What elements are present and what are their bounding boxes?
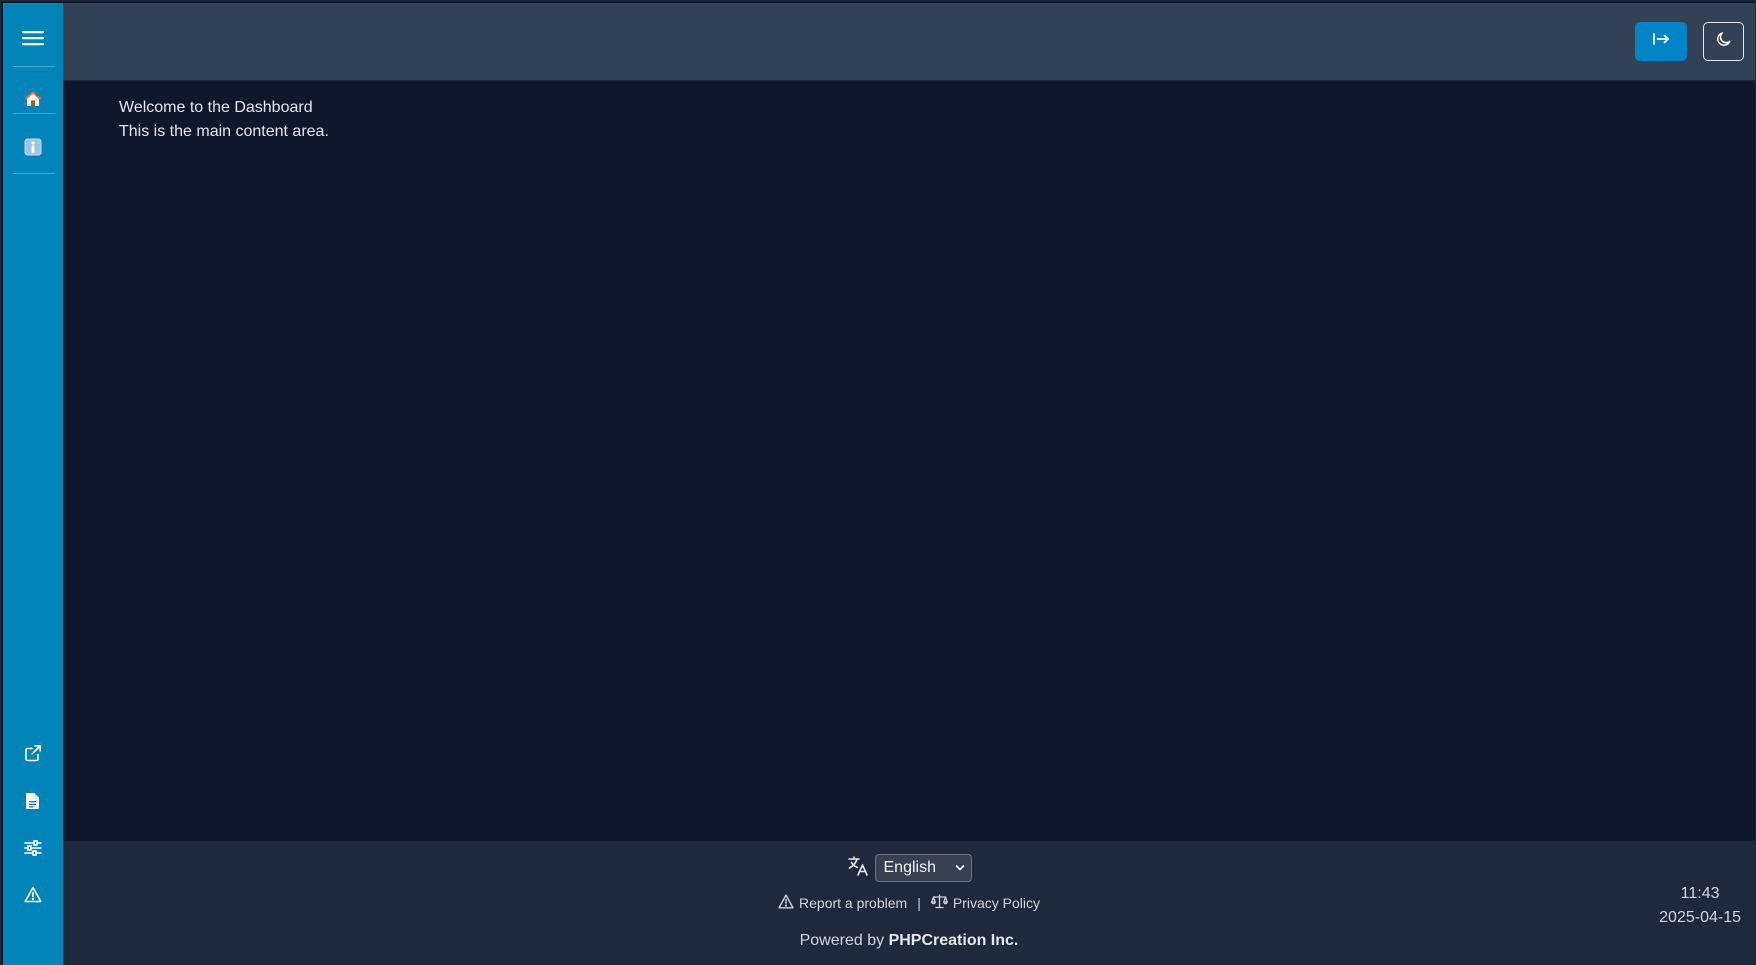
link-separator: | bbox=[917, 895, 921, 911]
translate-icon bbox=[847, 855, 869, 882]
sliders-icon bbox=[24, 839, 42, 861]
warning-icon bbox=[24, 886, 42, 908]
clock: 11:43 2025-04-15 bbox=[1659, 882, 1741, 930]
report-problem-label: Report a problem bbox=[799, 895, 908, 911]
footer-links: Report a problem | Privacy Policy bbox=[63, 894, 1755, 912]
document-icon bbox=[25, 792, 41, 815]
theme-toggle-button[interactable] bbox=[1703, 22, 1744, 61]
login-button[interactable] bbox=[1635, 22, 1687, 61]
language-select[interactable]: English bbox=[874, 854, 972, 882]
footer: English Report a problem | Privacy Polic… bbox=[63, 841, 1755, 965]
powered-by-company: PHPCreation Inc. bbox=[888, 932, 1019, 949]
sidebar-item-document[interactable] bbox=[3, 783, 63, 823]
info-icon bbox=[24, 138, 42, 161]
language-selected-label: English bbox=[883, 859, 936, 876]
sidebar-item-home[interactable] bbox=[3, 81, 63, 121]
welcome-heading: Welcome to the Dashboard bbox=[119, 99, 313, 116]
language-row: English bbox=[63, 854, 1755, 882]
login-arrow-icon bbox=[1652, 32, 1670, 51]
sidebar-divider bbox=[13, 66, 55, 67]
sidebar-item-report[interactable] bbox=[3, 877, 63, 917]
home-icon bbox=[24, 90, 42, 113]
sidebar-item-info[interactable] bbox=[3, 129, 63, 169]
scale-icon bbox=[930, 894, 948, 912]
menu-icon bbox=[22, 29, 44, 52]
sidebar-menu-toggle[interactable] bbox=[3, 20, 63, 60]
chevron-down-icon bbox=[955, 859, 965, 877]
sidebar-divider bbox=[13, 113, 55, 114]
moon-icon bbox=[1716, 31, 1732, 52]
privacy-policy-link[interactable]: Privacy Policy bbox=[930, 894, 1040, 912]
sidebar-divider bbox=[13, 173, 55, 174]
top-header bbox=[63, 3, 1755, 81]
powered-by: Powered by PHPCreation Inc. bbox=[63, 932, 1755, 950]
sidebar-item-settings[interactable] bbox=[3, 830, 63, 870]
sidebar bbox=[3, 3, 63, 965]
powered-by-prefix: Powered by bbox=[799, 932, 885, 949]
app-window: Welcome to the Dashboard This is the mai… bbox=[0, 0, 1756, 965]
report-problem-link[interactable]: Report a problem bbox=[778, 894, 907, 912]
privacy-policy-label: Privacy Policy bbox=[952, 895, 1040, 911]
external-link-icon bbox=[24, 744, 42, 767]
main-subtitle: This is the main content area. bbox=[119, 123, 329, 140]
clock-time: 11:43 bbox=[1680, 885, 1720, 902]
clock-date: 2025-04-15 bbox=[1659, 909, 1741, 926]
sidebar-item-external-link[interactable] bbox=[3, 735, 63, 775]
warning-icon bbox=[778, 894, 794, 912]
